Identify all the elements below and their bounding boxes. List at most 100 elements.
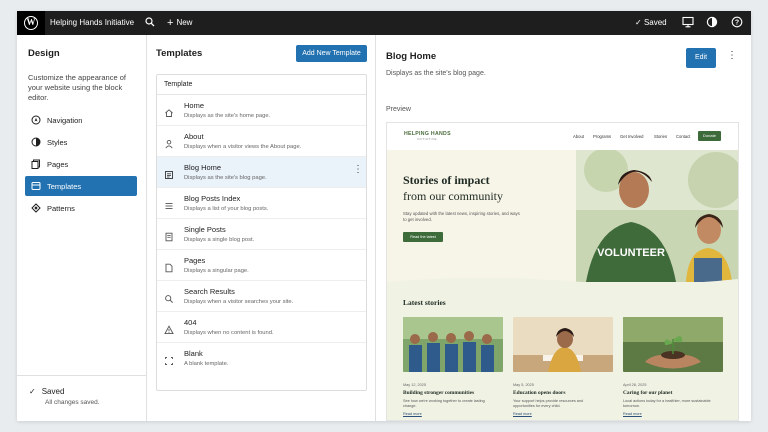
template-name: Blog Home [184,163,222,172]
sidebar-item-templates[interactable]: Templates [25,176,137,196]
volunteer-photo: VOLUNTEER [576,150,738,282]
sidebar-item-label: Navigation [47,115,83,125]
template-row-about[interactable]: About Displays when a visitor views the … [157,126,366,157]
template-row-single-posts[interactable]: Single Posts Displays a single blog post… [157,219,366,250]
desktop-icon [682,16,694,28]
story-photo-volunteers [403,317,503,372]
styles-icon [31,137,41,147]
template-row-blog-home[interactable]: Blog Home Displays as the site's blog pa… [157,157,366,188]
story-date: April 28, 2025 [623,383,647,387]
sidebar-item-label: Patterns [47,203,75,213]
template-row-pages[interactable]: Pages Displays a singular page. [157,250,366,281]
preview-hero-subheading: from our community [403,189,503,203]
preview-hero-text: Stay updated with the latest news, inspi… [403,211,520,222]
template-row-404[interactable]: 404 Displays when no content is found. [157,312,366,343]
template-details-panel: Blog Home Displays as the site's blog pa… [376,35,751,421]
home-icon [164,105,174,117]
search-icon [145,17,155,27]
preview-nav-link: About [573,134,584,139]
site-title[interactable]: Helping Hands Initiative [50,18,134,27]
preview-nav-link: Get Involved [620,134,644,139]
help-button[interactable]: ? [731,16,743,30]
sidebar-item-pages[interactable]: Pages [25,154,137,174]
template-list: Template Home Displays as the site's hom… [156,74,367,391]
save-status: ✓ Saved [29,387,64,396]
sidebar-item-patterns[interactable]: Patterns [25,198,137,218]
style-toggle-button[interactable] [706,16,718,30]
svg-text:?: ? [735,19,739,26]
preview-latest-stories: Latest stories May 12, 2025 Building str… [387,282,738,420]
saved-status[interactable]: ✓ Saved [635,18,667,27]
navigation-icon [31,115,41,125]
device-preview-button[interactable] [682,16,694,30]
sidebar-item-label: Styles [47,137,68,147]
search-button[interactable] [145,16,155,30]
edit-button[interactable]: Edit [686,48,716,68]
preview-label: Preview [386,106,411,113]
templates-icon [31,181,41,191]
template-row-blog-posts-index[interactable]: Blog Posts Index Displays a list of your… [157,188,366,219]
template-description: Displays when no content is found. [184,330,274,336]
story-excerpt: Local actions today for a healthier, mor… [623,399,711,408]
templates-title: Templates [156,48,203,59]
template-row-blank[interactable]: Blank A blank template. [157,343,366,374]
shirt-text: VOLUNTEER [597,247,665,259]
post-icon [164,229,174,242]
story-title: Building stronger communities [403,390,475,396]
template-preview[interactable]: HELPING HANDS INITIATIVE About Programs … [386,122,739,421]
person-icon [164,136,174,149]
add-new-template-button[interactable]: Add New Template [296,45,367,62]
template-row-search-results[interactable]: Search Results Displays when a visitor s… [157,281,366,312]
contrast-icon [706,16,718,28]
sidebar-description: Customize the appearance of your website… [28,73,126,102]
more-options-icon[interactable]: ⋮ [727,51,737,61]
story-excerpt: Your support helps provide resources and… [513,399,584,408]
story-read-more: Read more [623,412,642,416]
blank-icon [164,353,174,365]
list-icon [164,198,174,209]
story-photo-seedling [623,317,723,372]
wordpress-logo-icon: W [24,16,38,30]
template-name: Home [184,101,205,110]
template-description: A blank template. [184,361,229,367]
template-name: Blank [184,349,203,358]
story-date: May 5, 2025 [513,383,534,387]
sidebar-item-label: Pages [47,159,69,169]
search-icon [164,291,174,303]
preview-story-card: April 28, 2025 Caring for our planet Loc… [623,317,723,416]
wordpress-logo-button[interactable]: W [17,11,45,35]
template-description: Displays as the site's blog page. [184,175,267,181]
templates-panel: Templates Add New Template Template Home… [147,35,376,421]
template-list-header: Template [157,75,366,95]
story-title: Education opens doors [513,390,566,396]
preview-site-header: HELPING HANDS INITIATIVE About Programs … [387,123,738,151]
top-bar: W Helping Hands Initiative + New ✓ Saved … [17,11,751,35]
template-title: Blog Home [386,51,437,62]
more-options-icon[interactable]: ⋮ [353,165,363,175]
template-row-home[interactable]: Home Displays as the site's home page. [157,95,366,126]
preview-hero: Stories of impact from our community Sta… [387,150,738,282]
check-icon: ✓ [635,18,644,27]
template-name: 404 [184,318,197,327]
template-description: Displays when a visitor views the About … [184,144,302,150]
saved-label: Saved [643,18,667,27]
template-description: Displays a list of your blog posts. [184,206,269,212]
plus-icon: + [167,17,174,29]
preview-nav-link: Contact [676,134,691,139]
save-status-title: Saved [41,387,65,396]
sidebar-title: Design [28,48,60,59]
story-title: Caring for our planet [623,390,673,396]
design-sidebar: Design Customize the appearance of your … [17,35,147,421]
blog-icon [164,167,174,179]
preview-hero-heading: Stories of impact [403,173,490,187]
story-read-more: Read more [513,412,532,416]
template-name: About [184,132,204,141]
site-editor-window: W Helping Hands Initiative + New ✓ Saved … [17,11,751,421]
pages-icon [31,159,41,169]
sidebar-item-navigation[interactable]: Navigation [25,110,137,130]
preview-story-card: May 5, 2025 Education opens doors Your s… [513,317,613,416]
story-photo-education [513,317,613,372]
sidebar-item-styles[interactable]: Styles [25,132,137,152]
new-button[interactable]: + New [167,17,192,29]
template-name: Blog Posts Index [184,194,241,203]
